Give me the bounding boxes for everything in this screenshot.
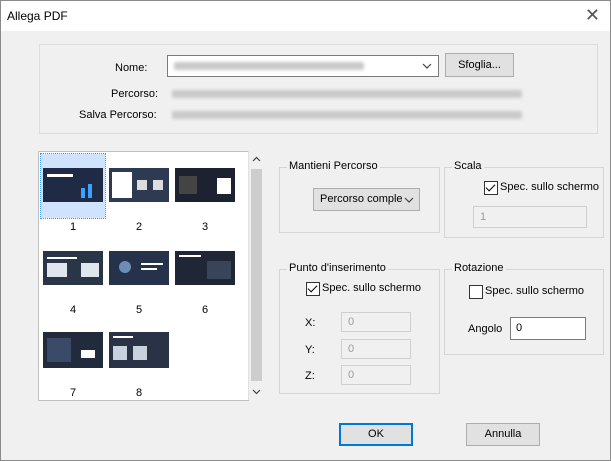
- z-label: Z:: [305, 370, 315, 382]
- thumbnails-scrollbar[interactable]: [248, 151, 264, 400]
- insertion-specify-label: Spec. sullo schermo: [322, 282, 422, 294]
- scale-title: Scala: [452, 160, 484, 172]
- keep-path-title: Mantieni Percorso: [287, 160, 380, 172]
- page-thumbnail-8[interactable]: [107, 320, 171, 384]
- y-label: Y:: [305, 344, 315, 356]
- scroll-down-icon[interactable]: [252, 389, 261, 395]
- x-input[interactable]: 0: [341, 312, 411, 332]
- insertion-specify-checkbox[interactable]: [306, 282, 320, 296]
- page-thumbnails-list[interactable]: 1 2 3 4 5 6 7 8: [38, 151, 249, 401]
- chevron-down-icon: [404, 197, 414, 203]
- window-title: Allega PDF: [7, 9, 68, 23]
- rotation-specify-label: Spec. sullo schermo: [485, 285, 585, 297]
- page-number-4: 4: [69, 304, 77, 316]
- file-name-combo[interactable]: [167, 55, 439, 77]
- scroll-up-icon[interactable]: [252, 156, 261, 162]
- rotation-group: [444, 269, 604, 355]
- page-number-5: 5: [135, 304, 143, 316]
- ok-button[interactable]: OK: [339, 423, 413, 446]
- angle-label: Angolo: [468, 323, 503, 335]
- page-number-6: 6: [201, 304, 209, 316]
- name-label: Nome:: [115, 62, 148, 74]
- cancel-button[interactable]: Annulla: [466, 423, 540, 446]
- page-number-7: 7: [69, 387, 77, 399]
- save-path-label: Salva Percorso:: [79, 109, 157, 121]
- scale-specify-label: Spec. sullo schermo: [500, 181, 600, 193]
- page-number-2: 2: [135, 221, 143, 233]
- page-thumbnail-3[interactable]: [173, 154, 237, 218]
- close-icon[interactable]: ✕: [585, 5, 600, 25]
- z-input[interactable]: 0: [341, 365, 411, 385]
- keep-path-select[interactable]: Percorso comple: [313, 188, 420, 211]
- scale-input[interactable]: 1: [473, 206, 587, 228]
- scale-value: 1: [480, 211, 487, 223]
- page-number-8: 8: [135, 387, 143, 399]
- page-number-3: 3: [201, 221, 209, 233]
- page-thumbnail-1[interactable]: [40, 153, 106, 219]
- save-path-value: [172, 111, 522, 119]
- angle-input[interactable]: 0: [510, 317, 586, 340]
- scrollbar-thumb[interactable]: [251, 169, 262, 381]
- path-value: [172, 90, 522, 98]
- rotation-specify-checkbox[interactable]: [469, 285, 483, 299]
- x-label: X:: [305, 317, 316, 329]
- angle-value: 0: [516, 322, 523, 334]
- y-value: 0: [348, 343, 355, 355]
- rotation-title: Rotazione: [452, 262, 506, 274]
- page-thumbnail-5[interactable]: [107, 237, 171, 301]
- path-label: Percorso:: [111, 88, 159, 100]
- x-value: 0: [348, 316, 355, 328]
- y-input[interactable]: 0: [341, 339, 411, 359]
- page-thumbnail-2[interactable]: [107, 154, 171, 218]
- file-name-value: [174, 62, 364, 70]
- page-thumbnail-4[interactable]: [41, 237, 105, 301]
- keep-path-value: Percorso comple: [320, 193, 403, 205]
- scale-specify-checkbox[interactable]: [484, 181, 498, 195]
- chevron-down-icon: [422, 63, 432, 69]
- page-thumbnail-6[interactable]: [173, 237, 237, 301]
- insertion-point-title: Punto d'inserimento: [287, 262, 388, 274]
- page-thumbnail-7[interactable]: [41, 320, 105, 384]
- browse-button[interactable]: Sfoglia...: [445, 53, 514, 77]
- title-bar: Allega PDF ✕: [1, 1, 610, 31]
- z-value: 0: [348, 369, 355, 381]
- page-number-1: 1: [69, 221, 77, 233]
